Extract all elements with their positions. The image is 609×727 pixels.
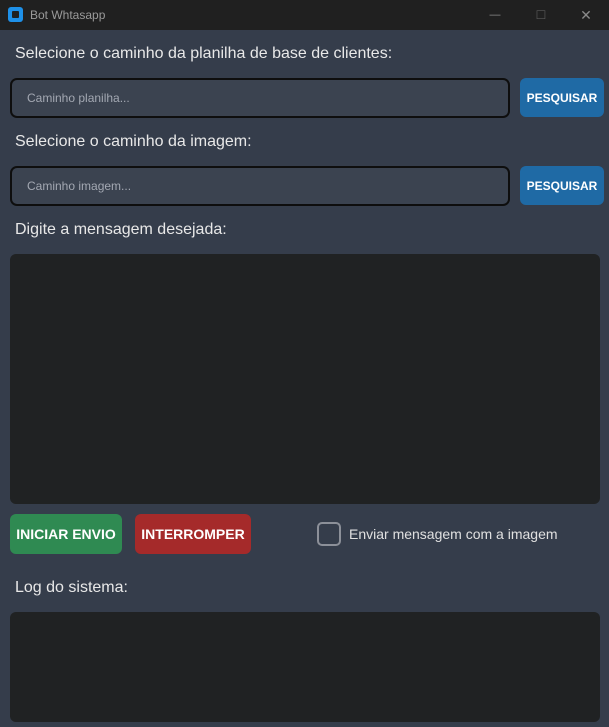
close-icon: ✕ <box>580 6 592 23</box>
spreadsheet-search-button[interactable]: PESQUISAR <box>520 78 604 117</box>
send-with-image-checkbox[interactable] <box>317 522 341 546</box>
app-icon <box>8 7 23 22</box>
image-search-button[interactable]: PESQUISAR <box>520 166 604 205</box>
send-with-image-label: Enviar mensagem com a imagem <box>349 526 558 542</box>
minimize-icon: — <box>489 9 501 21</box>
send-with-image-option[interactable]: Enviar mensagem com a imagem <box>317 522 558 546</box>
start-send-button[interactable]: INICIAR ENVIO <box>10 514 122 554</box>
system-log-textarea <box>10 612 600 722</box>
image-path-input[interactable] <box>12 168 508 204</box>
spreadsheet-path-input[interactable] <box>12 80 508 116</box>
spreadsheet-path-field[interactable] <box>10 78 510 118</box>
spreadsheet-path-label: Selecione o caminho da planilha de base … <box>15 45 393 62</box>
maximize-icon: ☐ <box>535 8 547 22</box>
close-button[interactable]: ✕ <box>563 0 609 30</box>
image-path-field[interactable] <box>10 166 510 206</box>
image-path-label: Selecione o caminho da imagem: <box>15 133 252 150</box>
minimize-button[interactable]: — <box>472 0 518 30</box>
window-title: Bot Whtasapp <box>30 8 106 22</box>
maximize-button[interactable]: ☐ <box>518 0 564 30</box>
interrupt-button[interactable]: INTERROMPER <box>135 514 251 554</box>
message-label: Digite a mensagem desejada: <box>15 221 227 238</box>
message-textarea[interactable] <box>10 254 600 504</box>
system-log-label: Log do sistema: <box>15 579 128 596</box>
title-bar: Bot Whtasapp — ☐ ✕ <box>0 0 609 30</box>
